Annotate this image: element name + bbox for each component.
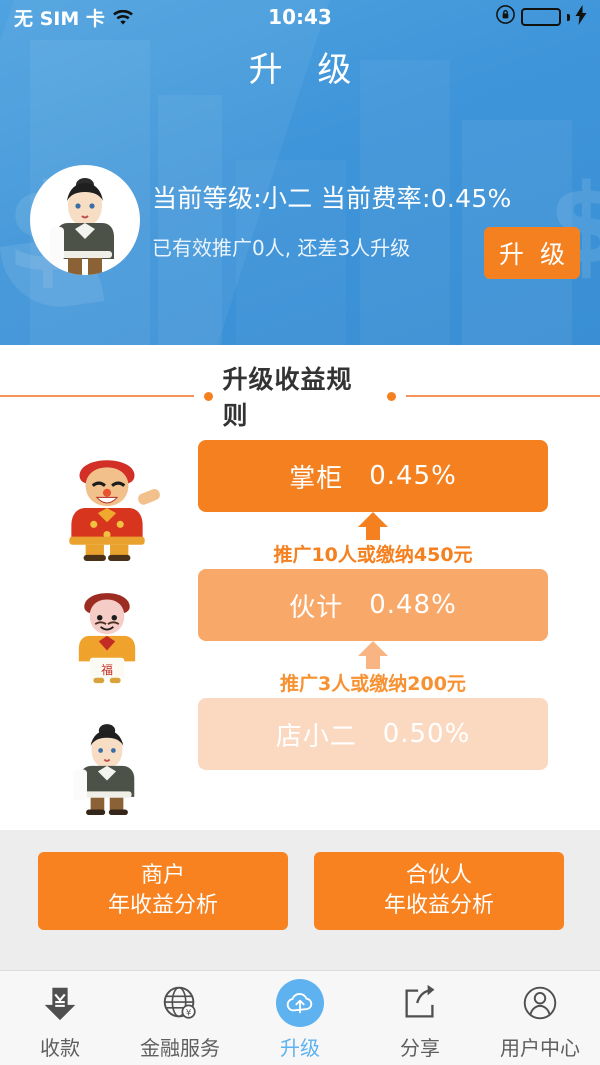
waiter-character-icon <box>42 700 172 830</box>
nav-item-share[interactable]: 分享 <box>360 971 480 1065</box>
tier-step-note: 推广3人或缴纳200元 <box>280 673 466 695</box>
partner-annual-income-button[interactable]: 合伙人 年收益分析 <box>314 852 564 930</box>
app-screen: $ $ 无 SIM 卡 10:43 <box>0 0 600 1065</box>
up-arrow-icon <box>356 641 390 669</box>
tier-step-2: 推广3人或缴纳200元 <box>198 641 548 698</box>
divider-line-right <box>406 395 600 397</box>
tier-step-note: 推广10人或缴纳450元 <box>273 544 473 566</box>
tier-rate: 0.50% <box>382 719 471 749</box>
cloud-upload-icon <box>276 979 324 1027</box>
section-header: 升级收益规则 <box>0 365 600 430</box>
bottom-navigation: 收款 ¥ 金融服务 升级 分享 用户中心 <box>0 970 600 1065</box>
svg-text:¥: ¥ <box>186 1008 192 1018</box>
nav-label: 升级 <box>280 1036 320 1060</box>
tier-bar-shopkeeper[interactable]: 掌柜 0.45% <box>198 440 548 512</box>
status-bar-right <box>495 4 588 30</box>
share-icon <box>396 979 444 1027</box>
battery-icon <box>521 8 561 26</box>
nav-item-financial-services[interactable]: ¥ 金融服务 <box>120 971 240 1065</box>
button-line-2: 年收益分析 <box>383 893 494 918</box>
nav-item-receive-payment[interactable]: 收款 <box>0 971 120 1065</box>
current-level-label: 当前等级:小二 当前费率:0.45% <box>152 184 512 213</box>
button-line-2: 年收益分析 <box>107 893 218 918</box>
nav-item-upgrade[interactable]: 升级 <box>240 971 360 1065</box>
tier-rate: 0.45% <box>369 461 457 491</box>
tier-bar-clerk[interactable]: 伙计 0.48% <box>198 569 548 641</box>
page-title: 升 级 <box>248 50 364 90</box>
nav-label: 分享 <box>400 1036 440 1060</box>
tier-bar-waiter[interactable]: 店小二 0.50% <box>198 698 548 770</box>
upgrade-button[interactable]: 升 级 <box>484 227 580 279</box>
tier-character-column: 福 <box>42 440 172 830</box>
divider-dot-left <box>203 391 213 401</box>
tier-bar-column: 掌柜 0.45% 推广10人或缴纳450元 伙计 0.48% 推广3人或缴纳20… <box>198 440 548 770</box>
nav-label: 用户中心 <box>500 1036 580 1060</box>
clerk-character-icon: 福 <box>42 570 172 700</box>
button-line-1: 合伙人 <box>405 863 472 888</box>
section-title: 升级收益规则 <box>222 365 353 430</box>
battery-cap-icon <box>567 13 570 21</box>
tier-name: 掌柜 <box>289 463 344 494</box>
shopkeeper-character-icon <box>42 440 172 570</box>
user-circle-icon <box>516 979 564 1027</box>
promotion-progress-label: 已有效推广0人, 还差3人升级 <box>152 236 411 260</box>
tier-name: 店小二 <box>275 721 357 752</box>
divider-dot-right <box>387 391 397 401</box>
analysis-section: 商户 年收益分析 合伙人 年收益分析 <box>0 830 600 970</box>
tier-name: 伙计 <box>289 592 344 623</box>
yen-down-arrow-icon <box>36 979 84 1027</box>
merchant-annual-income-button[interactable]: 商户 年收益分析 <box>38 852 288 930</box>
profile-card: 当前等级:小二 当前费率:0.45% 已有效推广0人, 还差3人升级 升 级 <box>0 165 600 290</box>
status-bar: 无 SIM 卡 10:43 <box>0 0 600 34</box>
globe-icon: ¥ <box>156 979 204 1027</box>
upgrade-rules-section: 升级收益规则 福 掌柜 0.45% 推广10人或缴纳450元 伙计 0.48% … <box>0 345 600 830</box>
tier-step-1: 推广10人或缴纳450元 <box>198 512 548 569</box>
divider-line-left <box>0 395 194 397</box>
lightning-bolt-icon <box>575 4 588 30</box>
svg-text:福: 福 <box>101 663 113 677</box>
rotation-lock-icon <box>495 4 516 30</box>
nav-item-user-center[interactable]: 用户中心 <box>480 971 600 1065</box>
up-arrow-icon <box>356 512 390 540</box>
nav-label: 收款 <box>40 1036 80 1060</box>
blue-header: $ $ 无 SIM 卡 10:43 <box>0 0 600 345</box>
tier-rate: 0.48% <box>369 590 457 620</box>
button-line-1: 商户 <box>140 863 185 888</box>
nav-label: 金融服务 <box>140 1036 220 1060</box>
avatar[interactable] <box>30 165 140 275</box>
